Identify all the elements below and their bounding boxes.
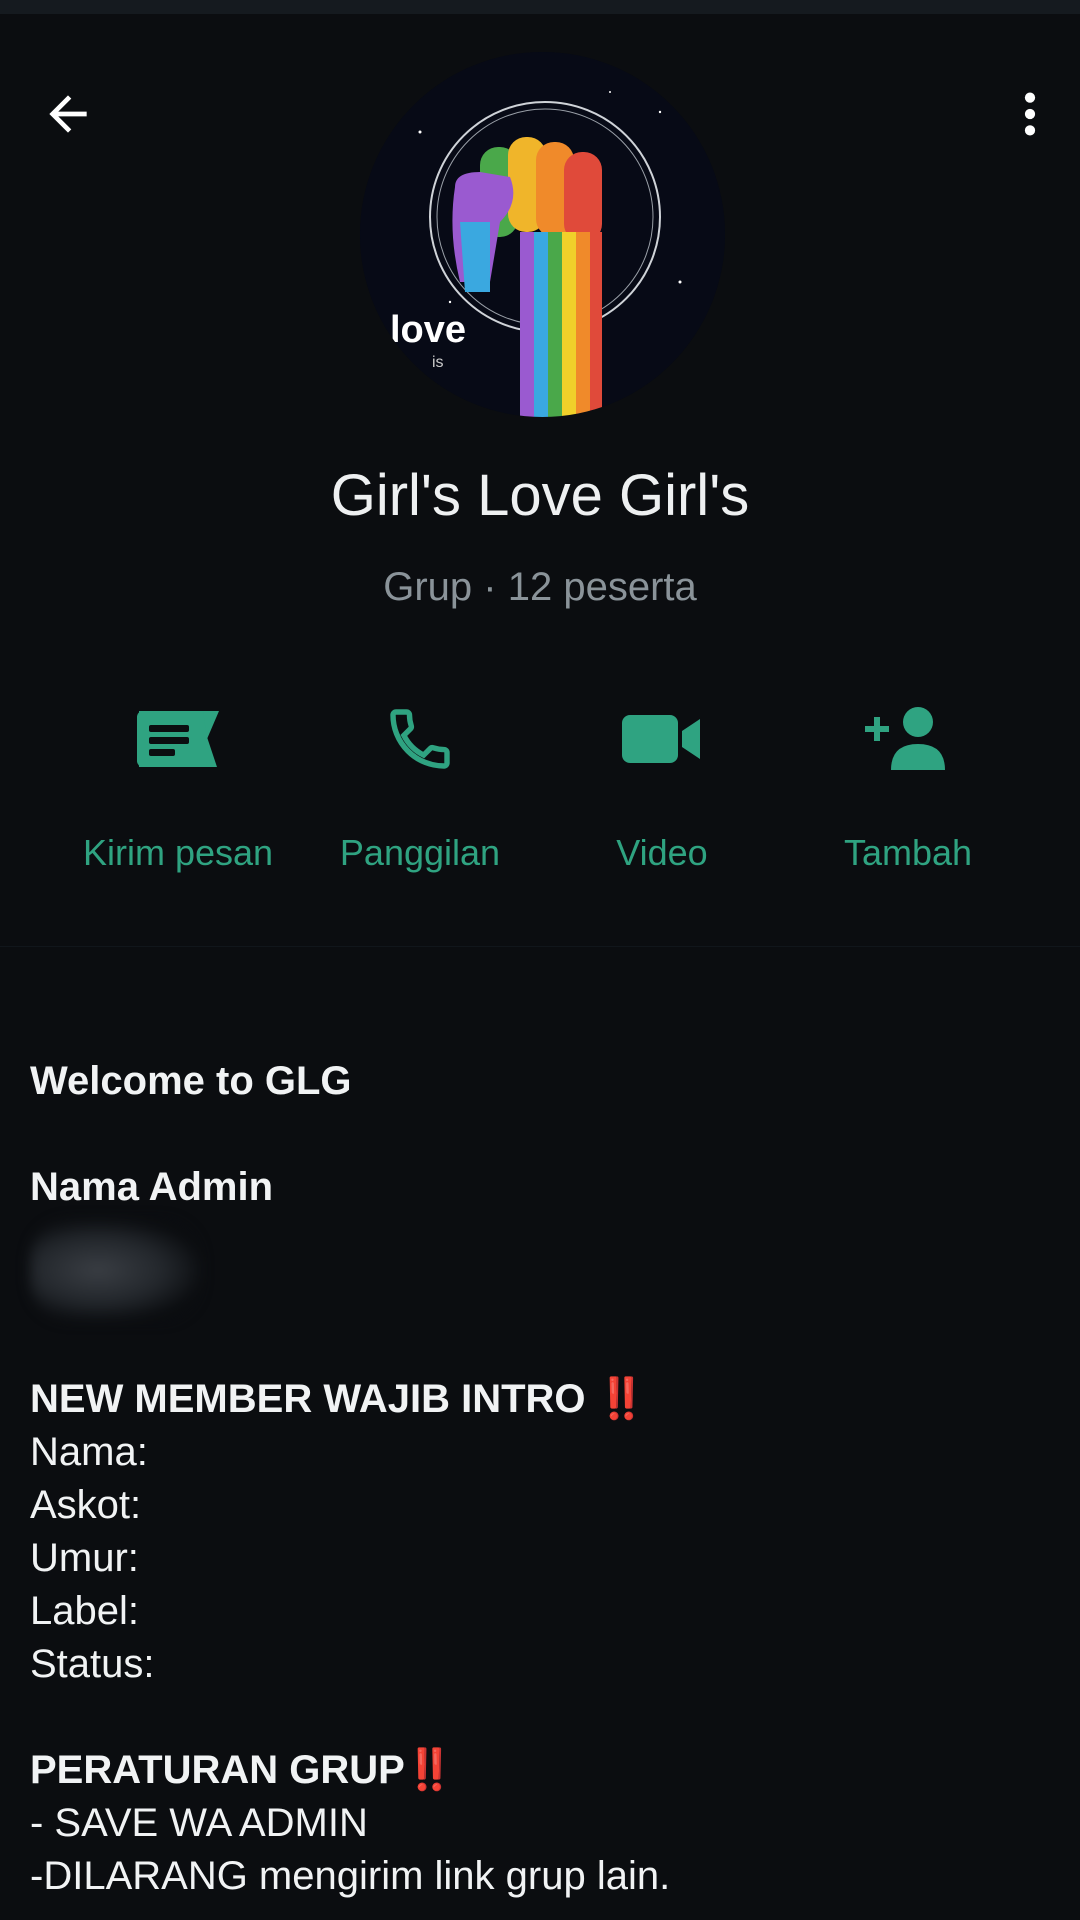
more-options-button[interactable] bbox=[990, 74, 1070, 154]
svg-text:love: love bbox=[390, 309, 466, 351]
intro-field: Askot: bbox=[30, 1483, 142, 1527]
group-participants: Grup · 12 peserta bbox=[383, 565, 697, 609]
add-person-icon bbox=[858, 699, 958, 779]
intro-field: Umur: bbox=[30, 1536, 139, 1580]
rule-item: -DILARANG mengirim link grup lain. bbox=[30, 1854, 671, 1898]
add-participant-button[interactable]: Tambah bbox=[788, 689, 1028, 889]
voice-call-label: Panggilan bbox=[339, 832, 501, 873]
send-message-label: Kirim pesan bbox=[82, 832, 274, 873]
intro-heading-line: NEW MEMBER WAJIB INTRO ‼️ bbox=[30, 1373, 1050, 1426]
more-vert-icon bbox=[1024, 92, 1036, 136]
phone-icon bbox=[370, 699, 470, 779]
video-call-button[interactable]: Video bbox=[542, 689, 782, 889]
double-exclamation-icon: ‼️ bbox=[404, 1748, 455, 1792]
group-avatar[interactable]: love is bbox=[360, 52, 725, 417]
intro-field: Status: bbox=[30, 1642, 155, 1686]
rules-heading: PERATURAN GRUP bbox=[30, 1748, 405, 1792]
intro-field: Nama: bbox=[30, 1430, 148, 1474]
video-call-label: Video bbox=[616, 832, 708, 873]
add-participant-label: Tambah bbox=[843, 832, 973, 873]
rainbow-fist-icon: love is bbox=[360, 52, 725, 417]
admin-heading: Nama Admin bbox=[30, 1165, 274, 1209]
group-name: Girl's Love Girl's bbox=[330, 463, 750, 528]
group-description-section: Welcome to GLG Nama Admin NEW MEMBER WAJ… bbox=[0, 946, 1080, 1920]
status-bar bbox=[0, 0, 1080, 14]
action-row: Kirim pesan Panggilan Video Tambah bbox=[0, 689, 1080, 889]
blurred-admin-name bbox=[30, 1220, 200, 1320]
group-info-header: love is Girl's Love Girl's Grup · 12 pes… bbox=[0, 14, 1080, 946]
intro-heading: NEW MEMBER WAJIB INTRO bbox=[30, 1377, 586, 1421]
video-camera-icon bbox=[612, 699, 712, 779]
rules-heading-line: PERATURAN GRUP‼️ bbox=[30, 1744, 1050, 1797]
double-exclamation-icon: ‼️ bbox=[596, 1377, 647, 1421]
voice-call-button[interactable]: Panggilan bbox=[300, 689, 540, 889]
welcome-line: Welcome to GLG bbox=[30, 1059, 352, 1103]
svg-text:is: is bbox=[432, 354, 444, 371]
group-description: Welcome to GLG Nama Admin NEW MEMBER WAJ… bbox=[30, 1055, 1050, 1903]
back-arrow-icon bbox=[49, 95, 87, 133]
back-button[interactable] bbox=[28, 74, 108, 154]
intro-field: Label: bbox=[30, 1589, 139, 1633]
rule-item: - SAVE WA ADMIN bbox=[30, 1801, 368, 1845]
message-icon bbox=[128, 699, 228, 779]
send-message-button[interactable]: Kirim pesan bbox=[58, 689, 298, 889]
